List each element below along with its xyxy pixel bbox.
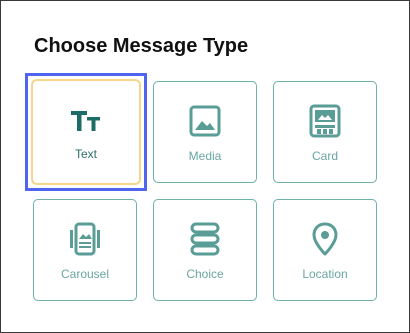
message-type-location-tile[interactable]: Location bbox=[273, 199, 377, 301]
text-format-icon bbox=[70, 105, 102, 139]
message-type-dialog: Choose Message Type Text Media Card Caro… bbox=[0, 0, 410, 333]
message-type-label: Media bbox=[188, 149, 222, 163]
message-type-card-tile[interactable]: Card bbox=[273, 81, 377, 183]
card-icon bbox=[309, 104, 341, 138]
message-type-label: Choice bbox=[186, 267, 224, 281]
message-type-choice-tile[interactable]: Choice bbox=[153, 199, 257, 301]
message-type-text-tile[interactable]: Text bbox=[31, 79, 141, 185]
message-type-label: Location bbox=[302, 267, 348, 281]
carousel-icon bbox=[69, 222, 101, 256]
message-type-media-tile[interactable]: Media bbox=[153, 81, 257, 183]
location-pin-icon bbox=[309, 222, 341, 256]
message-type-label: Card bbox=[311, 149, 338, 163]
message-type-carousel-tile[interactable]: Carousel bbox=[33, 199, 137, 301]
image-icon bbox=[189, 104, 221, 138]
dialog-title: Choose Message Type bbox=[34, 35, 249, 57]
message-type-label: Carousel bbox=[60, 267, 110, 281]
message-type-label: Text bbox=[74, 147, 97, 161]
choice-list-icon bbox=[189, 222, 221, 256]
